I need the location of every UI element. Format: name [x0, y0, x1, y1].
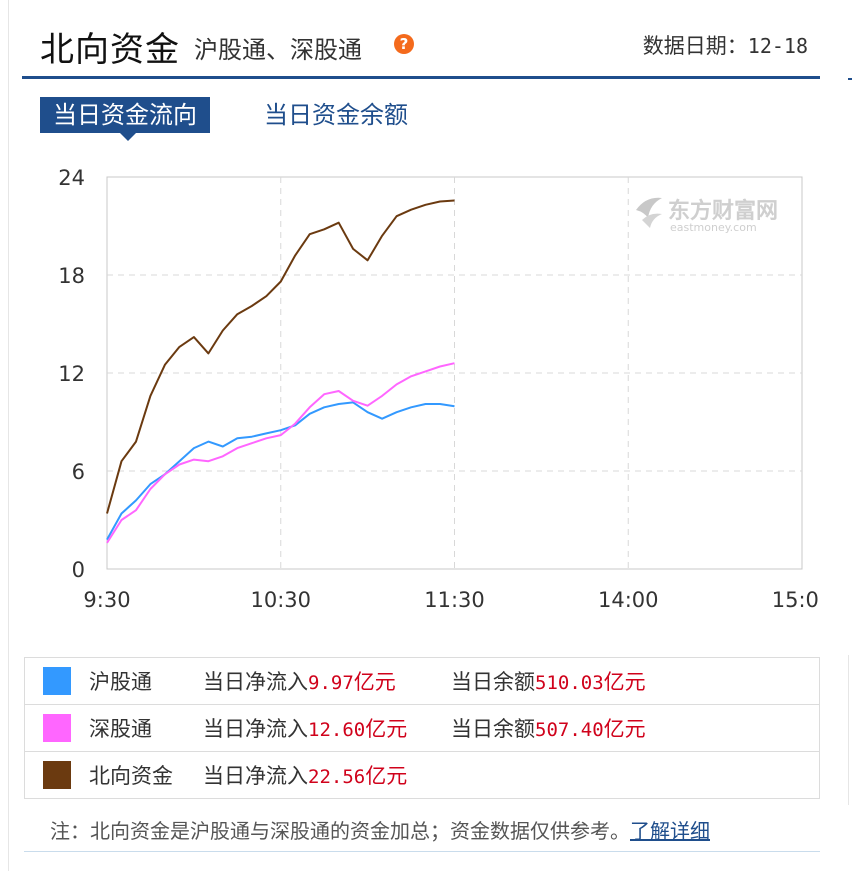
flow-label: 当日净流入: [203, 764, 308, 788]
flow-unit: 亿元: [365, 717, 408, 741]
swatch-north: [43, 761, 71, 789]
balance-value: 507.40: [535, 719, 604, 741]
swatch-sh: [43, 667, 71, 695]
right-accent: [848, 78, 852, 80]
data-date-value: 12-18: [747, 34, 808, 58]
legend-table: 沪股通 当日净流入9.97亿元 当日余额510.03亿元 深股通 当日净流入12…: [24, 657, 820, 799]
learn-more-link[interactable]: 了解详细: [630, 819, 710, 843]
footnote-text: 注：北向资金是沪股通与深股通的资金加总；资金数据仅供参考。: [50, 819, 630, 843]
watermark: 东方财富网 eastmoney.com: [636, 197, 778, 234]
legend-row: 深股通 当日净流入12.60亿元 当日余额507.40亿元: [24, 704, 820, 752]
x-tick-label: 9:30: [83, 588, 130, 612]
legend-name: 北向资金: [89, 764, 173, 788]
flow-label: 当日净流入: [203, 670, 308, 694]
legend-row: 北向资金 当日净流入22.56亿元: [24, 751, 820, 799]
data-date: 数据日期：12-18: [643, 30, 808, 60]
data-date-label: 数据日期：: [642, 34, 748, 58]
bottom-divider: [24, 851, 820, 852]
balance-unit: 亿元: [603, 670, 646, 694]
balance-label: 当日余额: [451, 717, 535, 741]
header-divider: [22, 76, 820, 79]
tab-daily-flow[interactable]: 当日资金流向: [40, 97, 210, 141]
swatch-sz: [43, 714, 71, 742]
help-icon[interactable]: ?: [394, 34, 414, 54]
x-tick-label: 14:00: [598, 588, 659, 612]
line-chart: 东方财富网 eastmoney.com 0 6 12 18 24 9:30 10:30 11:…: [58, 166, 832, 612]
flow-label: 当日净流入: [203, 717, 308, 741]
balance-unit: 亿元: [603, 717, 646, 741]
y-tick-label: 0: [72, 558, 85, 582]
balance-value: 510.03: [535, 672, 604, 694]
header: 北向资金 沪股通、深股通 ? 数据日期：12-18: [22, 0, 820, 82]
left-border: [8, 0, 9, 871]
x-tick-label: 10:30: [250, 588, 311, 612]
y-tick-label: 18: [58, 264, 85, 288]
watermark-en: eastmoney.com: [670, 221, 757, 234]
legend-name: 深股通: [89, 717, 152, 741]
x-tick-label: 15:00: [772, 588, 820, 612]
x-tick-label: 11:30: [424, 588, 485, 612]
right-border: [848, 655, 849, 805]
y-tick-label: 24: [58, 166, 85, 190]
page-title: 北向资金: [40, 30, 180, 70]
legend-row: 沪股通 当日净流入9.97亿元 当日余额510.03亿元: [24, 657, 820, 705]
page-subtitle: 沪股通、深股通: [194, 36, 362, 64]
flow-value: 12.60: [308, 719, 366, 741]
flow-value: 9.97: [308, 672, 354, 694]
eastmoney-logo-icon: [636, 197, 662, 228]
flow-unit: 亿元: [353, 670, 396, 694]
flow-value: 22.56: [308, 766, 366, 788]
tab-daily-balance[interactable]: 当日资金余额: [264, 97, 408, 133]
footnote: 注：北向资金是沪股通与深股通的资金加总；资金数据仅供参考。了解详细: [50, 815, 710, 844]
flow-unit: 亿元: [365, 764, 408, 788]
balance-label: 当日余额: [451, 670, 535, 694]
y-tick-label: 6: [72, 460, 85, 484]
legend-name: 沪股通: [89, 670, 152, 694]
y-tick-label: 12: [58, 362, 85, 386]
page: 北向资金 沪股通、深股通 ? 数据日期：12-18 当日资金流向 当日资金余额 …: [0, 0, 852, 871]
chart: 东方财富网 eastmoney.com 0 6 12 18 24 9:30 10:30 11:…: [40, 160, 832, 620]
